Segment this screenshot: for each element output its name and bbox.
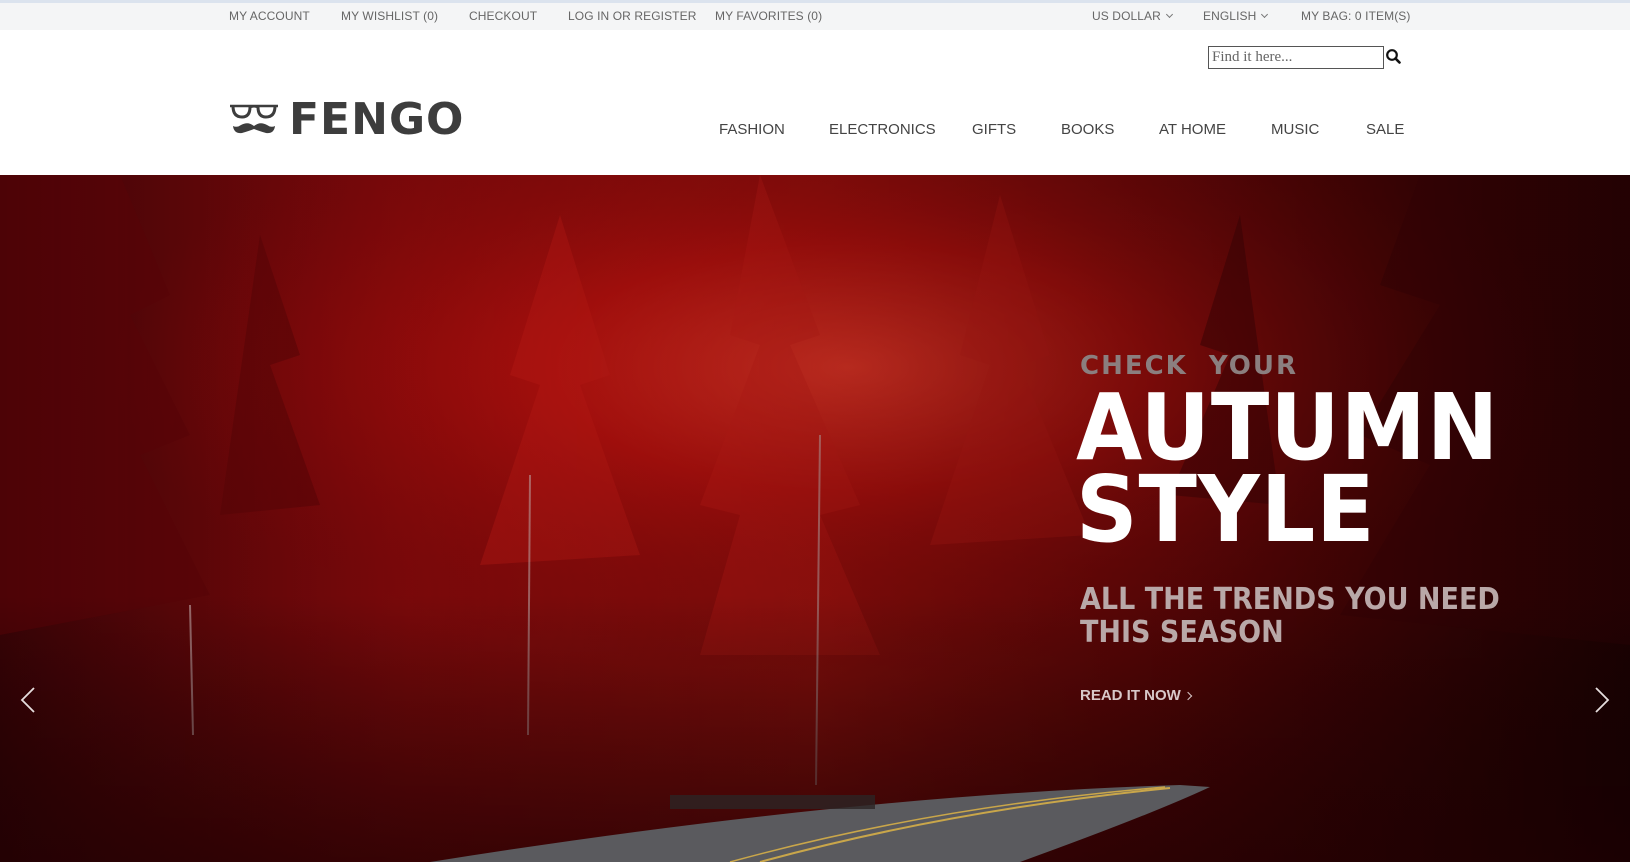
chevron-down-icon [1261, 10, 1269, 19]
read-it-now-label: READ IT NOW [1080, 687, 1181, 704]
nav-item-books[interactable]: BOOKS [1061, 121, 1114, 138]
hero-slider: CHECK YOUR AUTUMN STYLE ALL THE TRENDS Y… [0, 175, 1630, 862]
login-register-link[interactable]: LOG IN OR REGISTER [568, 9, 697, 23]
site-header: FENGO FASHION ELECTRONICS GIFTS BOOKS AT… [0, 30, 1630, 175]
chevron-right-icon [1183, 691, 1193, 701]
my-bag-link[interactable]: MY BAG: 0 ITEM(S) [1301, 9, 1411, 23]
hero-subtitle-line: ALL THE TRENDS YOU NEED [1080, 582, 1500, 617]
logo-text: FENGO [289, 94, 465, 145]
hero-subtitle-line: THIS SEASON [1080, 615, 1284, 650]
hero-subtitle: ALL THE TRENDS YOU NEED THIS SEASON [1080, 583, 1503, 649]
slider-prev-button[interactable] [14, 680, 44, 720]
search-button[interactable] [1384, 47, 1404, 67]
nav-item-electronics[interactable]: ELECTRONICS [829, 121, 936, 138]
search-input[interactable] [1208, 46, 1384, 69]
my-wishlist-link[interactable]: MY WISHLIST (0) [341, 9, 438, 23]
my-account-link[interactable]: MY ACCOUNT [229, 9, 310, 23]
glasses-mustache-icon [230, 104, 278, 134]
nav-item-gifts[interactable]: GIFTS [972, 121, 1016, 138]
hero-title-line: STYLE [1076, 456, 1376, 563]
site-logo[interactable]: FENGO [229, 92, 463, 148]
language-dropdown[interactable]: ENGLISH [1203, 9, 1269, 23]
chevron-left-icon [20, 687, 35, 713]
language-label: ENGLISH [1203, 9, 1257, 23]
search-icon [1386, 49, 1401, 64]
my-favorites-link[interactable]: MY FAVORITES (0) [715, 9, 822, 23]
read-it-now-link[interactable]: READ IT NOW [1080, 687, 1193, 704]
top-utility-bar: MY ACCOUNT MY WISHLIST (0) CHECKOUT LOG … [0, 0, 1630, 30]
chevron-down-icon [1165, 10, 1173, 19]
hero-title: AUTUMN STYLE [1076, 382, 1499, 563]
chevron-right-icon [1595, 687, 1610, 713]
nav-item-sale[interactable]: SALE [1366, 121, 1404, 138]
currency-label: US DOLLAR [1092, 9, 1161, 23]
slider-next-button[interactable] [1586, 680, 1616, 720]
currency-dropdown[interactable]: US DOLLAR [1092, 9, 1173, 23]
nav-item-fashion[interactable]: FASHION [719, 121, 785, 138]
checkout-link[interactable]: CHECKOUT [469, 9, 537, 23]
nav-item-music[interactable]: MUSIC [1271, 121, 1319, 138]
nav-item-at-home[interactable]: AT HOME [1159, 121, 1226, 138]
